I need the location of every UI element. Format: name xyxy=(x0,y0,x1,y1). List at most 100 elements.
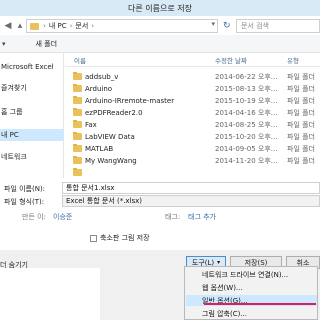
up-arrow-icon[interactable]: ▴ xyxy=(14,20,26,32)
file-name: ezPDFReader2.0 xyxy=(85,108,143,117)
file-name: Arduino xyxy=(85,84,113,93)
thumbnail-checkbox[interactable]: 축소판 그림 저장 xyxy=(90,233,150,243)
file-type: 파일 폴더 xyxy=(287,132,315,141)
author-label: 만든 이: xyxy=(22,213,46,221)
folder-icon xyxy=(73,84,82,92)
folder-icon xyxy=(73,108,82,116)
file-type: 파일 폴더 xyxy=(287,156,315,165)
sidebar-item-homegroup[interactable]: 홈 그룹 xyxy=(0,106,64,118)
file-date: 2015-10-19 오후... xyxy=(215,96,278,105)
chevron-down-icon: ▾ xyxy=(217,259,221,266)
menu-item-map-network-drive[interactable]: 네트워크 드라이브 연결(N)... xyxy=(186,269,317,280)
annotation-underline xyxy=(204,303,316,305)
file-date: 2014-06-22 오후... xyxy=(215,72,278,81)
list-item[interactable] xyxy=(65,167,320,178)
tags-value[interactable]: 태그 추가 xyxy=(188,212,216,222)
chevron-right-icon[interactable]: › xyxy=(91,22,94,30)
author-value[interactable]: 이승준 xyxy=(53,212,72,222)
file-name: LabVIEW Data xyxy=(85,132,135,141)
filetype-select[interactable]: Excel 통합 문서 (*.xlsx) xyxy=(62,195,320,207)
menu-item-label: 웹 옵션(W)... xyxy=(202,283,243,292)
address-bar-row: ◀ ▴ › 내 PC › 문서 › ▾ ↻ 문서 검색 xyxy=(0,16,320,35)
file-type: 파일 폴더 xyxy=(287,72,315,81)
file-type: 파일 폴더 xyxy=(287,144,315,153)
list-item[interactable]: Fax 2014-08-25 오후... 파일 폴더 xyxy=(65,119,320,130)
sidebar-item-label: 홈 그룹 xyxy=(1,108,23,116)
filename-label: 파일 이름(N): xyxy=(4,185,46,193)
address-bar[interactable]: › 내 PC › 문서 › ▾ xyxy=(26,19,218,33)
list-item[interactable]: addsub_v 2014-06-22 오후... 파일 폴더 xyxy=(65,71,320,82)
list-item[interactable]: My WangWang 2014-11-20 오후... 파일 폴더 xyxy=(65,155,320,166)
file-name: My WangWang xyxy=(85,156,137,165)
tags-label: 태그: xyxy=(165,213,181,221)
tools-menu: 네트워크 드라이브 연결(N)... 웹 옵션(W)... 일반 옵션(G)..… xyxy=(184,266,318,320)
folder-icon xyxy=(73,156,82,164)
file-type: 파일 폴더 xyxy=(287,84,315,93)
list-item[interactable]: MATLAB 2014-09-05 오후... 파일 폴더 xyxy=(65,143,320,154)
chevron-down-icon[interactable]: ▾ xyxy=(211,20,215,28)
menu-item-label: 네트워크 드라이브 연결(N)... xyxy=(202,270,289,279)
sidebar-item-label: 내 PC xyxy=(1,131,19,139)
sidebar-item-label: 즐겨찾기 xyxy=(1,84,27,92)
file-type: 파일 폴더 xyxy=(287,108,315,117)
sidebar-item-label: Microsoft Excel xyxy=(1,63,54,71)
file-list: addsub_v 2014-06-22 오후... 파일 폴더 Arduino … xyxy=(65,68,320,180)
checkbox-box[interactable] xyxy=(90,234,97,242)
file-date: 2015-10-20 오후... xyxy=(215,132,278,141)
search-input[interactable]: 문서 검색 xyxy=(236,19,320,33)
background-sheet xyxy=(0,268,100,320)
folder-icon xyxy=(73,72,82,80)
folder-icon xyxy=(73,120,82,128)
breadcrumb-this-pc[interactable]: 내 PC xyxy=(49,21,67,31)
new-folder-button[interactable]: 새 폴더 xyxy=(36,39,58,49)
filename-input[interactable]: 통합 문서1.xlsx xyxy=(62,182,320,194)
command-bar: ▾ 새 폴더 xyxy=(0,35,320,53)
file-date: 2014-04-16 오후... xyxy=(215,108,278,117)
folder-icon xyxy=(73,144,82,152)
folder-icon xyxy=(73,132,82,140)
list-item[interactable]: LabVIEW Data 2015-10-20 오후... 파일 폴더 xyxy=(65,131,320,142)
file-date: 2014-11-20 오후... xyxy=(215,156,278,165)
file-name: Arduino-IRremote-master xyxy=(85,96,175,105)
file-type: 파일 폴더 xyxy=(287,96,315,105)
list-item[interactable]: Arduino 2015-08-13 오후... 파일 폴더 xyxy=(65,83,320,94)
column-header-type[interactable]: 유형 xyxy=(287,55,299,65)
refresh-icon[interactable]: ↻ xyxy=(223,21,231,31)
window-title: 다른 이름으로 저장 xyxy=(128,3,192,13)
list-item[interactable]: Arduino-IRremote-master 2015-10-19 오후...… xyxy=(65,95,320,106)
file-date: 2015-08-13 오후... xyxy=(215,84,278,93)
file-name: addsub_v xyxy=(85,72,119,81)
folder-icon xyxy=(73,96,82,104)
list-item[interactable]: ezPDFReader2.0 2014-04-16 오후... 파일 폴더 xyxy=(65,107,320,118)
file-name: MATLAB xyxy=(85,144,114,153)
sidebar-item-this-pc[interactable]: 내 PC xyxy=(0,129,64,141)
sidebar-item-network[interactable]: 네트워크 xyxy=(0,151,64,163)
breadcrumb-documents[interactable]: 문서 xyxy=(75,21,88,31)
menu-item-compress-pictures[interactable]: 그림 압축(C)... xyxy=(186,308,317,319)
column-header-name[interactable]: 이름 xyxy=(74,55,86,65)
sidebar-item-microsoft-excel[interactable]: Microsoft Excel xyxy=(0,61,64,73)
menu-item-web-options[interactable]: 웹 옵션(W)... xyxy=(186,282,317,293)
filetype-label: 파일 형식(T): xyxy=(4,198,45,206)
thumbnail-label: 축소판 그림 저장 xyxy=(100,234,150,242)
sidebar-item-label: 네트워크 xyxy=(1,153,27,161)
search-placeholder: 문서 검색 xyxy=(241,22,269,30)
file-date: 2014-09-05 오후... xyxy=(215,144,278,153)
header-divider xyxy=(65,66,320,67)
title-bar: 다른 이름으로 저장 xyxy=(0,0,320,16)
back-arrow-icon[interactable]: ◀ xyxy=(2,20,14,32)
file-type: 파일 폴더 xyxy=(287,120,315,129)
menu-item-label: 그림 압축(C)... xyxy=(202,309,248,318)
folder-icon xyxy=(73,168,82,176)
file-date: 2014-08-25 오후... xyxy=(215,120,278,129)
chevron-down-icon[interactable]: ▾ xyxy=(2,40,6,48)
menu-item-general-options[interactable]: 일반 옵션(G)... xyxy=(186,295,317,306)
sidebar-item-favorites[interactable]: 즐겨찾기 xyxy=(0,82,64,94)
column-header-date[interactable]: 수정한 날짜 xyxy=(215,55,247,65)
file-name: Fax xyxy=(85,120,97,129)
navigation-pane: Microsoft Excel 즐겨찾기 홈 그룹 내 PC 네트워크 xyxy=(0,53,64,178)
chevron-right-icon[interactable]: › xyxy=(43,22,46,30)
save-options-panel: 파일 이름(N): 통합 문서1.xlsx 파일 형식(T): Excel 통합… xyxy=(0,180,320,250)
folder-icon xyxy=(30,22,39,30)
chevron-right-icon[interactable]: › xyxy=(70,22,73,30)
